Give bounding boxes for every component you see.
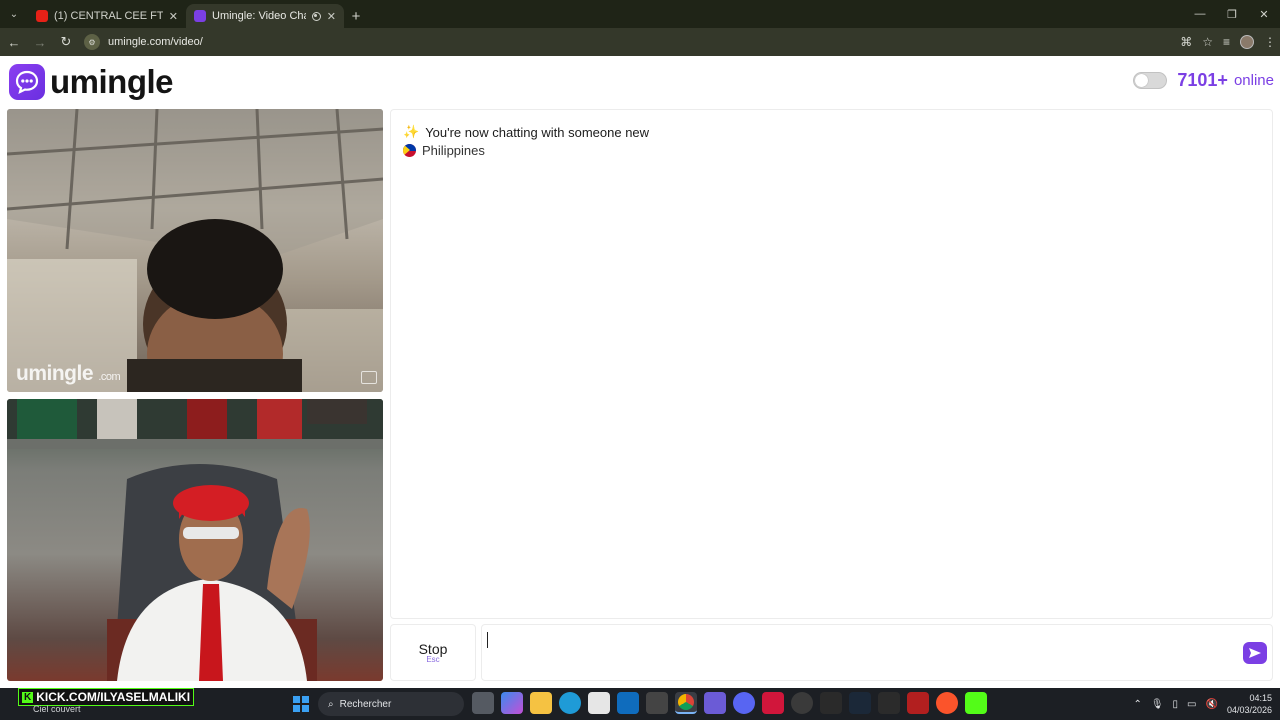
- microphone-icon[interactable]: 🎙: [1151, 699, 1164, 710]
- address-bar[interactable]: ⚙ umingle.com/video/: [84, 30, 1150, 54]
- outlook-icon[interactable]: [617, 692, 639, 714]
- close-tab-icon[interactable]: ✕: [327, 10, 336, 23]
- clock-time: 04:15: [1249, 693, 1272, 703]
- minimize-icon[interactable]: —: [1184, 0, 1216, 28]
- bookmark-star-icon[interactable]: ☆: [1202, 35, 1213, 49]
- gamepad-icon[interactable]: [704, 692, 726, 714]
- message-input[interactable]: [481, 624, 1273, 681]
- back-icon[interactable]: ←: [2, 30, 26, 54]
- discord-icon[interactable]: [733, 692, 755, 714]
- valorant-icon[interactable]: [820, 692, 842, 714]
- tab-umingle[interactable]: Umingle: Video Chat with S ✕: [186, 4, 344, 28]
- chat-bubble-icon: [9, 64, 45, 100]
- close-window-icon[interactable]: ✕: [1248, 0, 1280, 28]
- display-icon[interactable]: ▭: [1187, 699, 1196, 710]
- brave-icon[interactable]: [936, 692, 958, 714]
- steam-chart-icon[interactable]: [791, 692, 813, 714]
- window-controls: — ❐ ✕: [1184, 0, 1280, 28]
- report-flag-icon[interactable]: [361, 371, 377, 384]
- local-video: [7, 399, 383, 681]
- clock[interactable]: 04:15 04/03/2026: [1227, 692, 1272, 716]
- store-icon[interactable]: [588, 692, 610, 714]
- monitor-app-icon[interactable]: [646, 692, 668, 714]
- browser-tab-strip: ⌄ (1) CENTRAL CEE FT. LIL BABY - ✕ Uming…: [0, 0, 1280, 28]
- tab-youtube[interactable]: (1) CENTRAL CEE FT. LIL BABY - ✕: [28, 4, 186, 28]
- file-explorer-icon[interactable]: [530, 692, 552, 714]
- adobe-icon[interactable]: [762, 692, 784, 714]
- remote-video: umingle .com: [7, 109, 383, 392]
- text-caret: [487, 632, 488, 648]
- country-name: Philippines: [422, 143, 485, 158]
- tab-title: (1) CENTRAL CEE FT. LIL BABY -: [54, 10, 163, 22]
- weather-widget[interactable]: Ciel couvert: [33, 704, 81, 714]
- site-info-icon[interactable]: ⚙: [84, 34, 100, 50]
- browser-menu-icon[interactable]: ⋮: [1264, 35, 1276, 49]
- recording-icon: [311, 11, 321, 21]
- watermark-suffix: .com: [98, 371, 121, 383]
- edge-icon[interactable]: [559, 692, 581, 714]
- remote-video-scene: [7, 109, 383, 392]
- country-message: Philippines: [403, 143, 485, 158]
- chrome-icon[interactable]: [675, 692, 697, 714]
- forward-icon[interactable]: →: [28, 30, 52, 54]
- clock-date: 04/03/2026: [1226, 705, 1272, 715]
- new-tab-button[interactable]: +: [344, 4, 368, 28]
- overlay-text: KICK.COM/ILYASELMALIKI: [36, 690, 191, 704]
- phone-link-icon[interactable]: ▯: [1173, 699, 1179, 710]
- site-logo[interactable]: umingle: [9, 63, 174, 101]
- taskbar-search[interactable]: ⌕ Rechercher: [318, 692, 464, 716]
- search-placeholder: Rechercher: [339, 698, 392, 710]
- online-indicator: 7101+ online: [1133, 70, 1274, 91]
- taskbar-apps: [472, 692, 987, 714]
- volume-muted-icon[interactable]: 🔇: [1206, 699, 1218, 710]
- tab-search-icon[interactable]: ⌄: [0, 0, 28, 28]
- online-label: online: [1233, 72, 1274, 89]
- maximize-icon[interactable]: ❐: [1216, 0, 1248, 28]
- philippines-flag-icon: [403, 144, 416, 157]
- send-button[interactable]: [1243, 642, 1267, 664]
- system-message-text: You're now chatting with someone new: [425, 124, 650, 140]
- send-icon: [1249, 648, 1261, 658]
- umingle-watermark: umingle .com: [16, 362, 121, 386]
- watermark-text: umingle: [16, 362, 94, 385]
- translate-icon[interactable]: ⌘: [1180, 35, 1192, 49]
- reload-icon[interactable]: ↻: [54, 30, 78, 54]
- kick-app-icon[interactable]: [965, 692, 987, 714]
- tab-title: Umingle: Video Chat with S: [212, 10, 306, 22]
- tab-search-list-icon[interactable]: ≡: [1223, 35, 1230, 49]
- windows-start-icon[interactable]: [293, 696, 309, 712]
- video-editor-icon[interactable]: [907, 692, 929, 714]
- toolbar-actions: ⌘ ☆ ≡ ⋮: [1180, 30, 1276, 54]
- toggle-knob: [1135, 74, 1149, 87]
- theme-toggle[interactable]: [1133, 72, 1168, 89]
- url-text: umingle.com/video/: [108, 36, 203, 48]
- search-icon: ⌕: [328, 698, 334, 710]
- chat-log: ✨ You're now chatting with someone new P…: [390, 109, 1273, 619]
- logo-text: umingle: [50, 63, 174, 100]
- system-message: ✨ You're now chatting with someone new: [403, 124, 649, 140]
- youtube-icon: [36, 10, 48, 22]
- browser-toolbar: ← → ↻ ⚙ umingle.com/video/ ⌘ ☆ ≡ ⋮: [0, 28, 1280, 56]
- online-count: 7101+: [1177, 70, 1228, 90]
- copilot-icon[interactable]: [501, 692, 523, 714]
- kick-logo-icon: K: [22, 691, 34, 703]
- os-taskbar: K KICK.COM/ILYASELMALIKI Ciel couvert ⌕ …: [0, 688, 1280, 720]
- epic-games-icon[interactable]: [878, 692, 900, 714]
- steam-icon[interactable]: [849, 692, 871, 714]
- chevron-up-icon[interactable]: ⌃: [1133, 699, 1141, 710]
- local-video-scene: [7, 399, 383, 681]
- sparkles-icon: ✨: [403, 124, 420, 139]
- profile-avatar-icon[interactable]: [1240, 35, 1254, 49]
- stop-shortcut-hint: Esc: [426, 655, 440, 664]
- close-tab-icon[interactable]: ✕: [169, 10, 178, 23]
- page: umingle 7101+ online umingle .com ✨ You'…: [0, 57, 1280, 687]
- task-view-icon[interactable]: [472, 692, 494, 714]
- system-tray: ⌃ 🎙 ▯ ▭ 🔇 04:15 04/03/2026: [1133, 690, 1272, 718]
- stop-button[interactable]: Stop Esc: [390, 624, 476, 681]
- umingle-favicon-icon: [194, 10, 206, 22]
